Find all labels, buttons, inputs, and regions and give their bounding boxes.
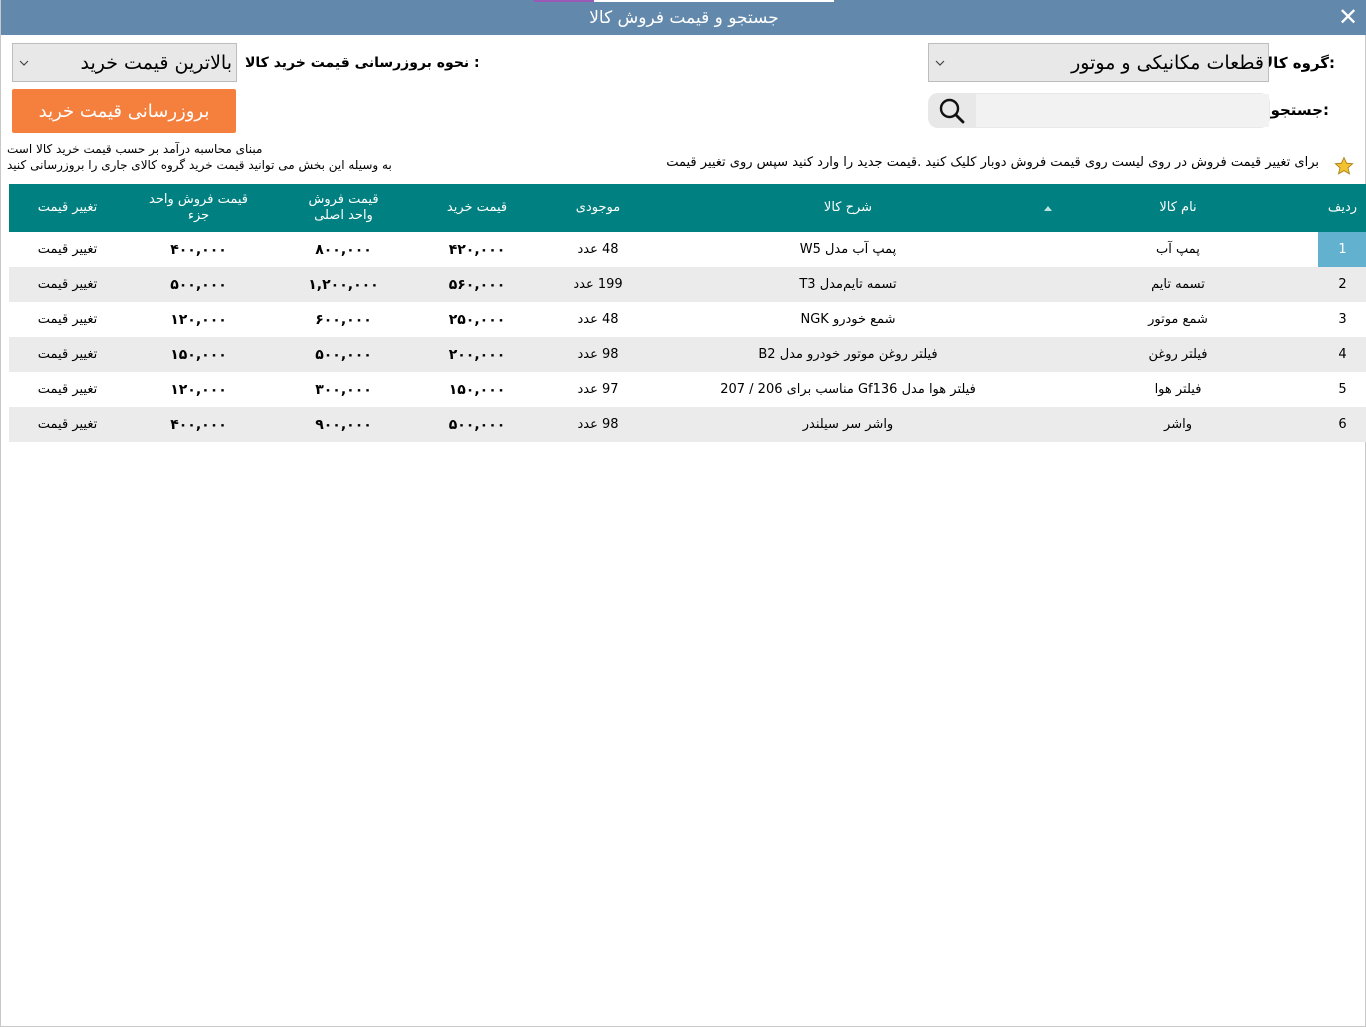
cell-description[interactable]: پمپ آب مدل W5 bbox=[658, 232, 1038, 267]
header-sell-main-line2: واحد اصلی bbox=[314, 208, 373, 223]
cell-product-name[interactable]: تسمه تایم bbox=[1038, 267, 1318, 302]
cell-buy-price[interactable]: ۵۶۰,۰۰۰ bbox=[416, 267, 538, 302]
cell-sell-price-part[interactable]: ۴۰۰,۰۰۰ bbox=[126, 407, 271, 442]
change-price-link[interactable]: تغییر قیمت bbox=[9, 372, 126, 407]
cell-stock[interactable]: 98 عدد bbox=[538, 337, 658, 372]
cell-row-number[interactable]: 6 bbox=[1318, 407, 1366, 442]
cell-row-number[interactable]: 3 bbox=[1318, 302, 1366, 337]
title-bar: جستجو و قیمت فروش کالا ✕ bbox=[1, 0, 1366, 35]
cell-sell-price-part[interactable]: ۴۰۰,۰۰۰ bbox=[126, 232, 271, 267]
header-product-name-label: نام کالا bbox=[1159, 200, 1197, 215]
search-icon[interactable] bbox=[928, 93, 976, 128]
change-price-link[interactable]: تغییر قیمت bbox=[9, 302, 126, 337]
table-row[interactable]: 3 شمع موتور شمع خودرو NGK 48 عدد ۲۵۰,۰۰۰… bbox=[9, 302, 1366, 337]
cell-sell-price-part[interactable]: ۱۲۰,۰۰۰ bbox=[126, 302, 271, 337]
cell-sell-price-part[interactable]: ۵۰۰,۰۰۰ bbox=[126, 267, 271, 302]
cell-product-name[interactable]: فیلتر هوا bbox=[1038, 372, 1318, 407]
cell-buy-price[interactable]: ۱۵۰,۰۰۰ bbox=[416, 372, 538, 407]
cell-buy-price[interactable]: ۴۲۰,۰۰۰ bbox=[416, 232, 538, 267]
header-stock[interactable]: موجودی bbox=[538, 184, 658, 232]
note-calculation-basis: مبنای محاسبه درآمد بر حسب قیمت خرید کالا… bbox=[7, 142, 263, 156]
cell-description[interactable]: تسمه تایم‌مدل T3 bbox=[658, 267, 1038, 302]
change-price-link[interactable]: تغییر قیمت bbox=[9, 337, 126, 372]
cell-product-name[interactable]: پمپ آب bbox=[1038, 232, 1318, 267]
group-select-value: قطعات مکانیکی و موتور bbox=[1071, 51, 1264, 74]
cell-sell-price-main[interactable]: ۱,۲۰۰,۰۰۰ bbox=[271, 267, 416, 302]
change-price-link[interactable]: تغییر قیمت bbox=[9, 267, 126, 302]
header-product-name[interactable]: نام کالا bbox=[1038, 184, 1318, 232]
search-box bbox=[928, 93, 1270, 128]
cell-stock[interactable]: 98 عدد bbox=[538, 407, 658, 442]
cell-sell-price-main[interactable]: ۹۰۰,۰۰۰ bbox=[271, 407, 416, 442]
table-row[interactable]: 1 پمپ آب پمپ آب مدل W5 48 عدد ۴۲۰,۰۰۰ ۸۰… bbox=[9, 232, 1366, 267]
cell-sell-price-main[interactable]: ۳۰۰,۰۰۰ bbox=[271, 372, 416, 407]
update-method-label: نحوه بروزرسانی قیمت خرید کالا : bbox=[245, 55, 480, 71]
table-row[interactable]: 4 فیلتر روغن فیلتر روغن موتور خودرو مدل … bbox=[9, 337, 1366, 372]
group-label: گروه کالا: bbox=[1262, 54, 1335, 72]
cell-product-name[interactable]: واشر bbox=[1038, 407, 1318, 442]
header-sell-price-main[interactable]: قیمت فروش واحد اصلی bbox=[271, 184, 416, 232]
update-method-value: بالاترین قیمت خرید bbox=[80, 51, 232, 74]
cell-stock[interactable]: 48 عدد bbox=[538, 232, 658, 267]
cell-sell-price-main[interactable]: ۶۰۰,۰۰۰ bbox=[271, 302, 416, 337]
cell-buy-price[interactable]: ۲۵۰,۰۰۰ bbox=[416, 302, 538, 337]
cell-stock[interactable]: 48 عدد bbox=[538, 302, 658, 337]
cell-product-name[interactable]: فیلتر روغن bbox=[1038, 337, 1318, 372]
products-table: ردیف نام کالا شرح کالا موجودی قیمت خرید … bbox=[9, 184, 1366, 442]
update-method-select[interactable]: بالاترین قیمت خرید bbox=[12, 43, 237, 82]
update-buy-price-button[interactable]: بروزرسانی قیمت خرید bbox=[12, 89, 236, 133]
chevron-down-icon bbox=[13, 56, 35, 69]
table-header-row: ردیف نام کالا شرح کالا موجودی قیمت خرید … bbox=[9, 184, 1366, 232]
cell-row-number[interactable]: 5 bbox=[1318, 372, 1366, 407]
cell-sell-price-part[interactable]: ۱۲۰,۰۰۰ bbox=[126, 372, 271, 407]
cell-stock[interactable]: 199 عدد bbox=[538, 267, 658, 302]
group-select[interactable]: قطعات مکانیکی و موتور bbox=[928, 43, 1269, 82]
cell-description[interactable]: واشر سر سیلندر bbox=[658, 407, 1038, 442]
sort-ascending-icon bbox=[1044, 206, 1052, 211]
star-icon bbox=[1334, 156, 1354, 175]
note-update-description: به وسیله این بخش می توانید قیمت خرید گرو… bbox=[7, 158, 392, 172]
cell-buy-price[interactable]: ۵۰۰,۰۰۰ bbox=[416, 407, 538, 442]
change-price-link[interactable]: تغییر قیمت bbox=[9, 232, 126, 267]
search-label: جستجو: bbox=[1270, 101, 1329, 119]
cell-row-number[interactable]: 4 bbox=[1318, 337, 1366, 372]
window-title: جستجو و قیمت فروش کالا bbox=[589, 7, 779, 28]
header-buy-price[interactable]: قیمت خرید bbox=[416, 184, 538, 232]
header-description[interactable]: شرح کالا bbox=[658, 184, 1038, 232]
cell-description[interactable]: فیلتر هوا مدل Gf136 مناسب برای 206 / 207 bbox=[658, 372, 1038, 407]
cell-sell-price-main[interactable]: ۸۰۰,۰۰۰ bbox=[271, 232, 416, 267]
cell-description[interactable]: شمع خودرو NGK bbox=[658, 302, 1038, 337]
header-sell-part-line2: جزء bbox=[187, 208, 210, 223]
cell-row-number[interactable]: 1 bbox=[1318, 232, 1366, 267]
price-change-hint: برای تغییر قیمت فروش در روی لیست روی قیم… bbox=[666, 155, 1319, 170]
table-row[interactable]: 5 فیلتر هوا فیلتر هوا مدل Gf136 مناسب بر… bbox=[9, 372, 1366, 407]
header-change-price[interactable]: تغییر قیمت bbox=[9, 184, 126, 232]
close-icon[interactable]: ✕ bbox=[1335, 4, 1361, 30]
header-sell-price-part[interactable]: قیمت فروش واحد جزء bbox=[126, 184, 271, 232]
cell-sell-price-part[interactable]: ۱۵۰,۰۰۰ bbox=[126, 337, 271, 372]
cell-buy-price[interactable]: ۲۰۰,۰۰۰ bbox=[416, 337, 538, 372]
cell-row-number[interactable]: 2 bbox=[1318, 267, 1366, 302]
change-price-link[interactable]: تغییر قیمت bbox=[9, 407, 126, 442]
table-row[interactable]: 6 واشر واشر سر سیلندر 98 عدد ۵۰۰,۰۰۰ ۹۰۰… bbox=[9, 407, 1366, 442]
header-row-number[interactable]: ردیف bbox=[1318, 184, 1366, 232]
search-input[interactable] bbox=[976, 94, 1269, 127]
header-sell-part-line1: قیمت فروش واحد bbox=[149, 192, 248, 207]
cell-sell-price-main[interactable]: ۵۰۰,۰۰۰ bbox=[271, 337, 416, 372]
cell-description[interactable]: فیلتر روغن موتور خودرو مدل B2 bbox=[658, 337, 1038, 372]
header-sell-main-line1: قیمت فروش bbox=[308, 192, 379, 207]
title-accent-line bbox=[534, 0, 834, 2]
chevron-down-icon bbox=[929, 56, 951, 69]
products-grid: ردیف نام کالا شرح کالا موجودی قیمت خرید … bbox=[9, 184, 1366, 442]
cell-stock[interactable]: 97 عدد bbox=[538, 372, 658, 407]
table-row[interactable]: 2 تسمه تایم تسمه تایم‌مدل T3 199 عدد ۵۶۰… bbox=[9, 267, 1366, 302]
cell-product-name[interactable]: شمع موتور bbox=[1038, 302, 1318, 337]
